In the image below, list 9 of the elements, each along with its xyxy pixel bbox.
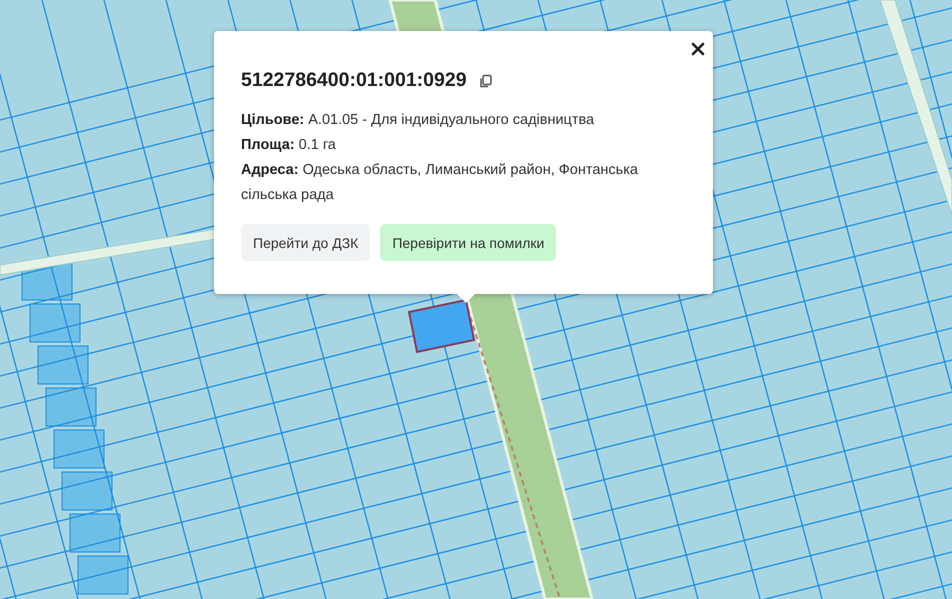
action-button[interactable]: Перейти до ДЗК (241, 224, 370, 261)
action-button[interactable]: Перевірити на помилки (380, 224, 556, 261)
parcel-field: Цільове: А.01.05 - Для індивідуального садівництва (241, 108, 661, 133)
parcel-field: Адреса: Одеська область, Лиманський район, Фонтанська сільська рада (241, 158, 661, 208)
parcel-number: 5122786400:01:001:0929 (241, 69, 467, 92)
selected-parcel[interactable] (408, 298, 476, 354)
parcel-field: Площа: 0.1 га (241, 133, 661, 158)
close-icon[interactable] (691, 42, 705, 56)
copy-icon[interactable] (478, 74, 493, 88)
